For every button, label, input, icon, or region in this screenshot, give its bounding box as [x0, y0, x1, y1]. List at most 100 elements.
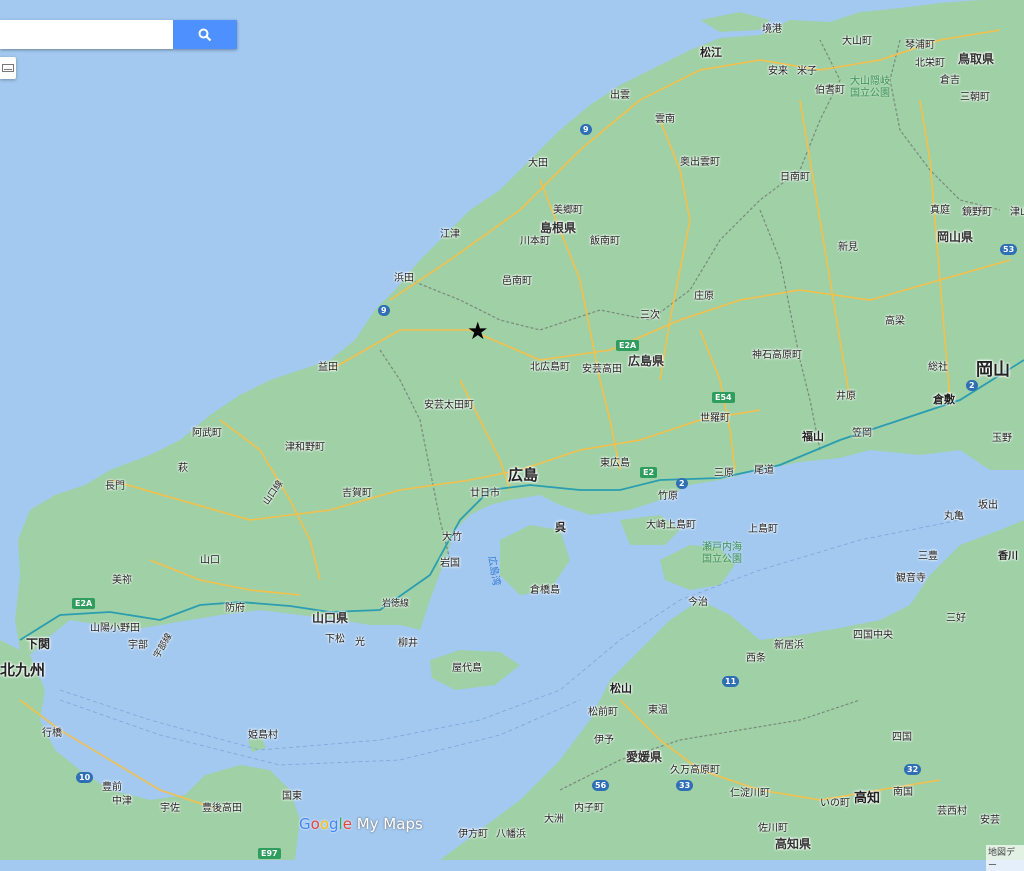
place-label: 長門: [105, 481, 125, 492]
place-label: 三原: [714, 468, 734, 479]
place-label: 川本町: [520, 236, 550, 247]
place-label: 三豊: [918, 551, 938, 562]
city-label: 広島: [508, 466, 539, 484]
place-label: 庄原: [694, 291, 714, 302]
place-label: 北栄町: [915, 58, 945, 69]
route-shield: 53: [1000, 244, 1018, 255]
place-label: 米子: [797, 66, 817, 77]
place-label: 美祢: [112, 575, 132, 586]
place-label: 玉野: [992, 433, 1012, 444]
place-label: 世羅町: [700, 413, 730, 424]
place-label: 丸亀: [944, 511, 964, 522]
route-shield: E97: [258, 848, 281, 859]
place-label: 安芸: [980, 815, 1000, 826]
map-data-link[interactable]: 地図デー: [986, 845, 1024, 871]
place-label: 内子町: [574, 803, 604, 814]
place-label: 大田: [528, 158, 548, 169]
place-label: 安芸太田町: [424, 400, 474, 411]
place-label: 東広島: [600, 458, 630, 469]
place-label: 竹原: [658, 491, 678, 502]
search-icon: [198, 28, 212, 41]
route-shield: 56: [592, 780, 610, 791]
route-shield: E2A: [616, 340, 640, 351]
place-label: 三好: [946, 613, 966, 624]
place-label: 琴浦町: [905, 40, 935, 51]
search-input[interactable]: [0, 20, 173, 49]
place-label: 久万高原町: [670, 765, 720, 776]
place-label: 安芸高田: [582, 364, 622, 375]
prefecture-label: 島根県: [540, 221, 577, 235]
place-label: 香川: [998, 551, 1018, 562]
prefecture-label: 高知県: [775, 837, 812, 851]
place-label: 岩国: [440, 558, 460, 569]
park-label: 大山隠岐 国立公園: [850, 76, 890, 99]
route-shield: 2: [966, 380, 978, 391]
star-icon[interactable]: ★: [467, 319, 489, 343]
prefecture-label: 広島県: [628, 354, 665, 368]
place-label: 佐川町: [758, 823, 788, 834]
prefecture-label: 鳥取県: [958, 52, 995, 66]
place-label: 大崎上島町: [646, 520, 696, 531]
place-label: 松前町: [588, 707, 618, 718]
place-label: 山陽小野田: [90, 623, 140, 634]
place-label: 柳井: [398, 638, 418, 649]
place-label: 尾道: [754, 465, 774, 476]
city-label: 松山: [610, 682, 632, 695]
place-label: 中津: [112, 796, 132, 807]
route-shield: 32: [904, 764, 922, 775]
search-button[interactable]: [173, 20, 237, 49]
place-label: 三次: [640, 310, 660, 321]
place-label: 東温: [648, 705, 668, 716]
place-label: いの町: [820, 798, 850, 809]
city-label: 高知: [854, 791, 881, 806]
route-shield: E2: [640, 467, 658, 478]
prefecture-label: 岡山県: [937, 230, 974, 244]
place-label: 美郷町: [553, 205, 583, 216]
place-label: 坂出: [978, 500, 998, 511]
place-label: 邑南町: [502, 276, 532, 287]
place-label: 西条: [746, 653, 766, 664]
keyboard-button[interactable]: [0, 57, 16, 79]
place-label: 豊後高田: [202, 803, 242, 814]
google-wordmark: Google: [299, 815, 352, 833]
route-shield: 10: [76, 772, 94, 783]
place-label: 松江: [700, 46, 722, 59]
route-shield: 9: [580, 124, 592, 135]
place-label: 新居浜: [774, 640, 804, 651]
route-shield: 9: [378, 305, 390, 316]
place-label: 北広島町: [530, 362, 570, 373]
city-label: 福山: [802, 430, 824, 443]
place-label: 大洲: [544, 814, 564, 825]
place-label: 神石高原町: [752, 350, 802, 361]
place-label: 芸西村: [937, 806, 967, 817]
place-label: 今治: [688, 597, 708, 608]
route-shield: 33: [676, 780, 694, 791]
place-label: 伯耆町: [815, 85, 845, 96]
rail-label: 岩徳線: [382, 599, 410, 609]
place-label: 四国中央: [853, 630, 893, 641]
prefecture-label: 山口県: [312, 611, 349, 625]
place-label: 飯南町: [590, 236, 620, 247]
search-bar: [0, 20, 237, 49]
place-label: 津和野町: [285, 442, 325, 453]
place-label: 大竹: [442, 532, 462, 543]
city-label: 北九州: [0, 661, 46, 679]
place-label: 光: [355, 637, 365, 648]
place-label: 安来: [768, 66, 788, 77]
city-label: 下関: [26, 637, 51, 651]
place-label: 八幡浜: [496, 829, 526, 840]
route-shield: 11: [722, 676, 740, 687]
my-maps-wordmark: My Maps: [356, 815, 423, 833]
keyboard-icon: [2, 64, 14, 72]
place-label: 奥出雲町: [680, 157, 720, 168]
place-label: 倉吉: [940, 75, 960, 86]
park-label: 瀬戸内海 国立公園: [702, 542, 742, 565]
place-label: 行橋: [42, 728, 62, 739]
google-my-maps-logo: Google My Maps: [299, 815, 423, 833]
place-label: 益田: [318, 362, 338, 373]
city-label: 呉: [555, 521, 566, 534]
place-label: 伊方町: [458, 829, 488, 840]
place-label: 萩: [178, 463, 188, 474]
place-label: 真庭: [930, 205, 950, 216]
place-label: 姫島村: [248, 730, 278, 741]
